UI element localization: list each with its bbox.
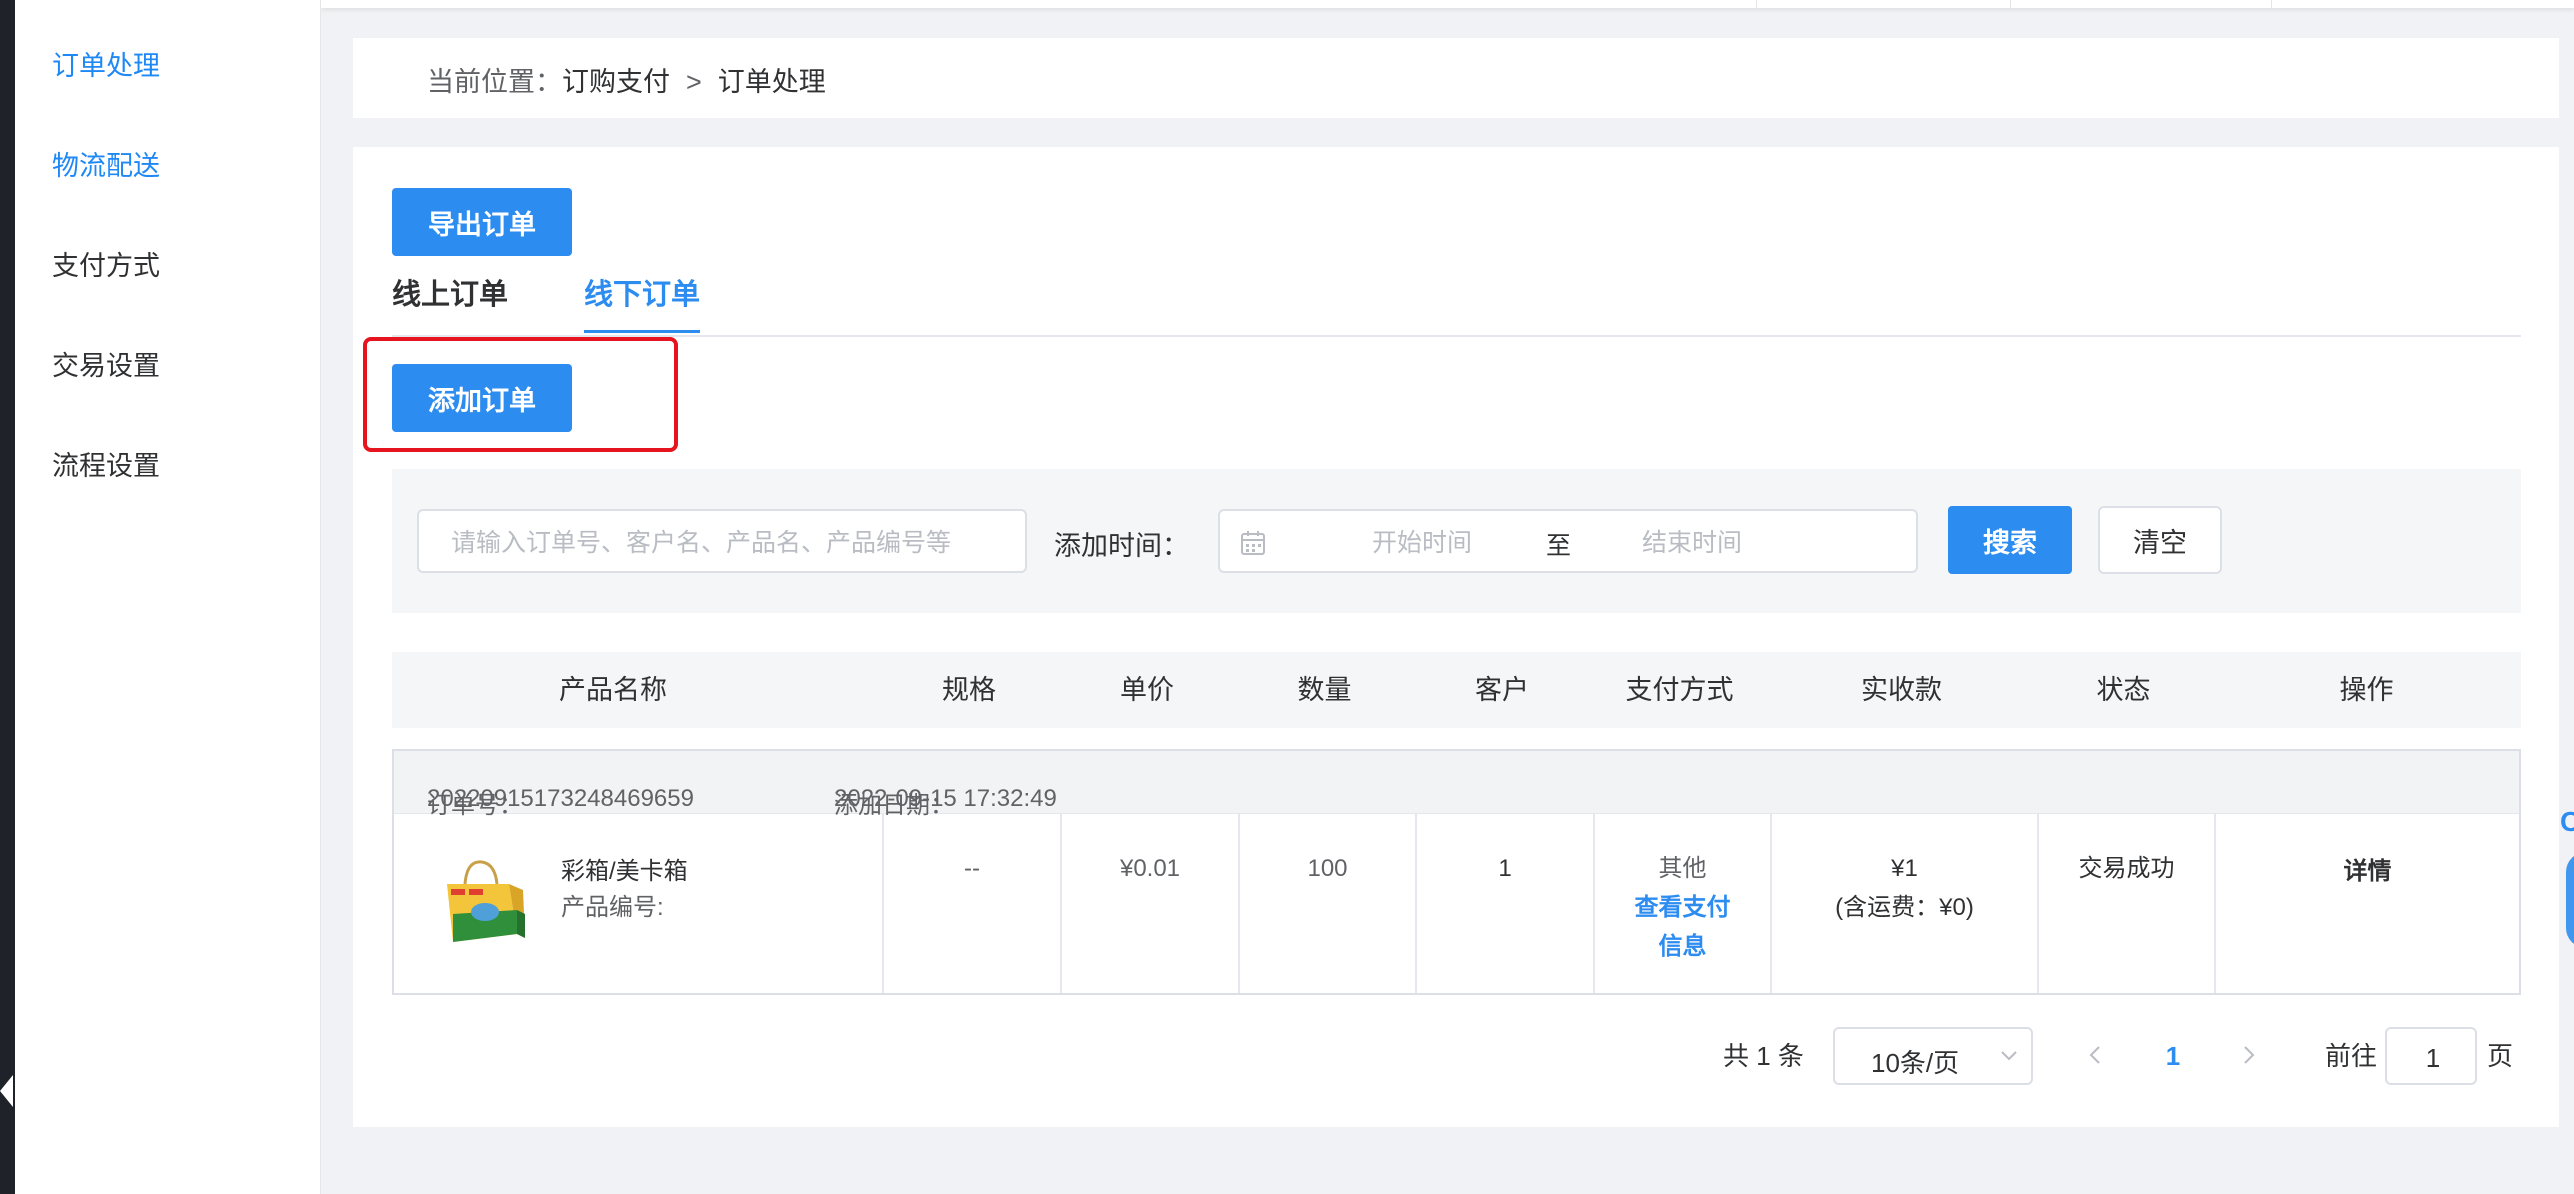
- filter-bar: 添加时间： 至 搜索 清空: [392, 469, 2521, 613]
- add-time-label: 添加时间：: [1054, 531, 1189, 561]
- collapse-arrow-icon[interactable]: [0, 1075, 13, 1107]
- order-date: 2022-09-15 17:32:49: [834, 785, 1057, 812]
- export-orders-button[interactable]: 导出订单: [392, 188, 572, 256]
- current-page-number[interactable]: 1: [2153, 1027, 2193, 1085]
- breadcrumb-prefix: 当前位置：: [427, 67, 562, 97]
- breadcrumb-parent[interactable]: 订购支付: [562, 67, 670, 97]
- spec-value: --: [964, 855, 980, 882]
- search-input-box: [417, 509, 1027, 573]
- start-time-input[interactable]: [1320, 525, 1524, 561]
- product-name: 彩箱/美卡箱: [561, 858, 688, 885]
- sidebar-item-logistics[interactable]: 物流配送: [52, 144, 160, 183]
- left-window-strip: [0, 0, 15, 1194]
- chevron-down-icon: [2001, 1051, 2017, 1061]
- action-cell: 详情: [2214, 814, 2519, 993]
- breadcrumb-card: 当前位置：订购支付 > 订单处理: [353, 38, 2559, 118]
- floating-widget-label[interactable]: C: [2558, 808, 2574, 836]
- page-size-value: 10条/页: [1871, 1048, 1960, 1078]
- column-header-unit-price: 单价: [1120, 675, 1174, 705]
- breadcrumb: 当前位置：订购支付 > 订单处理: [427, 60, 826, 99]
- sidebar-item-process-settings[interactable]: 流程设置: [52, 444, 160, 483]
- amount-value: ¥1: [1891, 855, 1918, 882]
- search-input[interactable]: [449, 525, 1013, 561]
- status-cell: 交易成功: [2037, 814, 2214, 993]
- sidebar-item-order-processing[interactable]: 订单处理: [52, 44, 160, 83]
- unit-price-cell: ¥0.01: [1060, 814, 1238, 993]
- product-thumbnail: [447, 860, 525, 942]
- calendar-icon: [1241, 531, 1265, 555]
- shipping-fee: (含运费：¥0): [1835, 894, 1974, 921]
- order-info-bar: 订单号： 20220915173248469659 添加日期： 2022-09-15…: [394, 751, 2519, 819]
- add-order-button[interactable]: 添加订单: [392, 364, 572, 432]
- column-header-actions: 操作: [2339, 675, 2394, 705]
- goto-label: 前往: [2325, 1041, 2378, 1071]
- clear-button[interactable]: 清空: [2098, 506, 2222, 574]
- sidebar-item-trade-settings[interactable]: 交易设置: [52, 344, 160, 383]
- breadcrumb-current: 订单处理: [717, 67, 826, 97]
- column-header-customer: 客户: [1475, 675, 1529, 705]
- quantity-value: 100: [1307, 855, 1348, 882]
- payment-method-cell: 其他 查看支付 信息: [1593, 814, 1770, 993]
- column-header-quantity: 数量: [1297, 675, 1352, 705]
- goto-page-box: [2385, 1027, 2477, 1085]
- next-page-icon[interactable]: [2239, 1043, 2259, 1067]
- topbar-divider: [1756, 0, 1757, 8]
- view-payment-info-link[interactable]: 查看支付 信息: [1595, 888, 1770, 966]
- sidebar-item-payment-methods[interactable]: 支付方式: [52, 244, 160, 283]
- total-count: 共 1 条: [1723, 1041, 1804, 1071]
- order-number: 20220915173248469659: [427, 785, 694, 812]
- column-header-product-name: 产品名称: [559, 675, 667, 705]
- customer-value: 1: [1498, 855, 1512, 882]
- page-unit-label: 页: [2487, 1041, 2514, 1071]
- order-tabs: 线上订单 线下订单: [392, 267, 2521, 337]
- quantity-cell: 100: [1238, 814, 1415, 993]
- top-bar: [321, 0, 2574, 8]
- view-payment-info-line2[interactable]: 信息: [1595, 927, 1770, 966]
- order-card: 订单号： 20220915173248469659 添加日期： 2022-09-15…: [392, 749, 2521, 995]
- amount-cell: ¥1 (含运费：¥0): [1770, 814, 2037, 993]
- date-range-picker[interactable]: 至: [1218, 509, 1918, 573]
- column-header-amount-received: 实收款: [1861, 675, 1942, 705]
- breadcrumb-separator: >: [686, 67, 702, 97]
- product-code-label: 产品编号:: [561, 894, 664, 921]
- column-header-spec: 规格: [942, 675, 996, 705]
- customer-cell: 1: [1415, 814, 1593, 993]
- column-header-status: 状态: [2096, 675, 2151, 705]
- tab-offline-orders[interactable]: 线下订单: [584, 267, 701, 333]
- floating-service-button[interactable]: [2566, 852, 2574, 948]
- spec-cell: --: [882, 814, 1060, 993]
- search-button[interactable]: 搜索: [1948, 506, 2072, 574]
- tab-online-orders[interactable]: 线上订单: [392, 267, 508, 333]
- end-time-input[interactable]: [1590, 525, 1794, 561]
- product-cell: 彩箱/美卡箱 产品编号:: [394, 814, 882, 993]
- view-payment-info-line1[interactable]: 查看支付: [1595, 888, 1770, 927]
- status-value: 交易成功: [2078, 855, 2175, 882]
- unit-price-value: ¥0.01: [1119, 855, 1181, 882]
- main-panel: 导出订单 线上订单 线下订单 添加订单 添加时间： 至: [353, 147, 2559, 1127]
- details-link[interactable]: 详情: [2216, 852, 2519, 891]
- prev-page-icon[interactable]: [2085, 1043, 2105, 1067]
- payment-method-value: 其他: [1658, 855, 1707, 882]
- sidebar: 订单处理 物流配送 支付方式 交易设置 流程设置: [15, 0, 321, 1194]
- column-header-payment-method: 支付方式: [1625, 675, 1734, 705]
- topbar-divider: [2010, 0, 2011, 8]
- table-header: 产品名称 规格 单价 数量 客户 支付方式 实收款 状态 操作: [392, 652, 2521, 728]
- topbar-divider: [2271, 0, 2272, 8]
- page-size-select[interactable]: 10条/页: [1833, 1027, 2033, 1085]
- range-separator: 至: [1546, 532, 1572, 560]
- goto-page-input[interactable]: [2393, 1041, 2473, 1075]
